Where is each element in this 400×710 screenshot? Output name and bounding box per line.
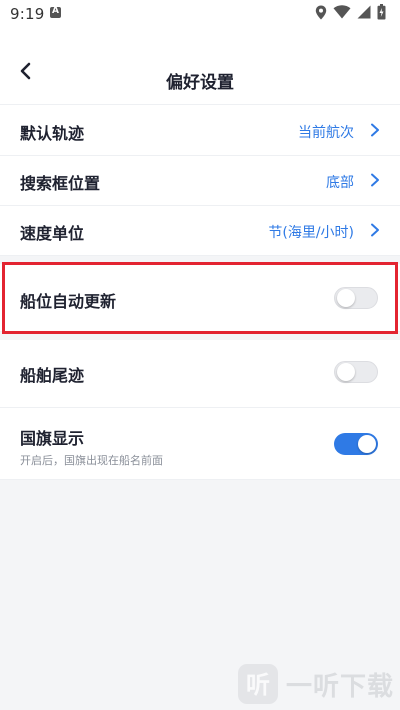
setting-value: 节(海里/小时) [268,225,354,241]
watermark-text: 一听下载 [286,671,395,702]
watermark-logo-char: 听 [246,671,270,699]
page-title: 偏好设置 [166,73,234,93]
setting-label: 船舶尾迹 [20,366,85,385]
chevron-right-icon [371,123,379,137]
setting-label: 国旗显示 [20,429,85,448]
status-bar: 9:19 [0,0,400,30]
wifi-icon [333,5,351,19]
setting-value: 底部 [326,175,354,191]
setting-value: 当前航次 [298,125,354,141]
preferences-screen: 9:19 偏好设置 [0,0,400,710]
ship-trail-toggle[interactable] [334,361,378,383]
setting-row-search-position[interactable]: 搜索框位置 底部 [0,156,400,206]
toggle-knob [337,363,355,381]
page-header: 偏好设置 [0,30,400,105]
setting-label: 船位自动更新 [20,292,117,311]
watermark-logo-icon: 听 [238,664,278,704]
a-notification-icon [50,6,61,18]
auto-update-toggle[interactable] [334,287,378,309]
setting-row-flag-display: 国旗显示 开启后，国旗出现在船名前面 [0,408,400,480]
chevron-right-icon [371,173,379,187]
setting-row-ship-trail: 船舶尾迹 [0,340,400,408]
setting-row-auto-update: 船位自动更新 [0,264,400,332]
flag-display-toggle[interactable] [334,433,378,455]
setting-row-speed-unit[interactable]: 速度单位 节(海里/小时) [0,206,400,256]
status-time: 9:19 [10,5,45,23]
toggle-knob [358,435,376,453]
toggle-knob [337,289,355,307]
chevron-right-icon [371,223,379,237]
battery-icon [377,4,386,20]
setting-label: 速度单位 [20,224,85,243]
signal-icon [357,5,371,19]
watermark: 听 一听下载 [238,664,394,704]
setting-row-default-track[interactable]: 默认轨迹 当前航次 [0,105,400,156]
setting-label: 搜索框位置 [20,174,101,193]
setting-label: 默认轨迹 [20,124,85,143]
setting-description: 开启后，国旗出现在船名前面 [20,454,163,467]
location-icon [315,5,327,19]
status-icons [315,4,386,20]
